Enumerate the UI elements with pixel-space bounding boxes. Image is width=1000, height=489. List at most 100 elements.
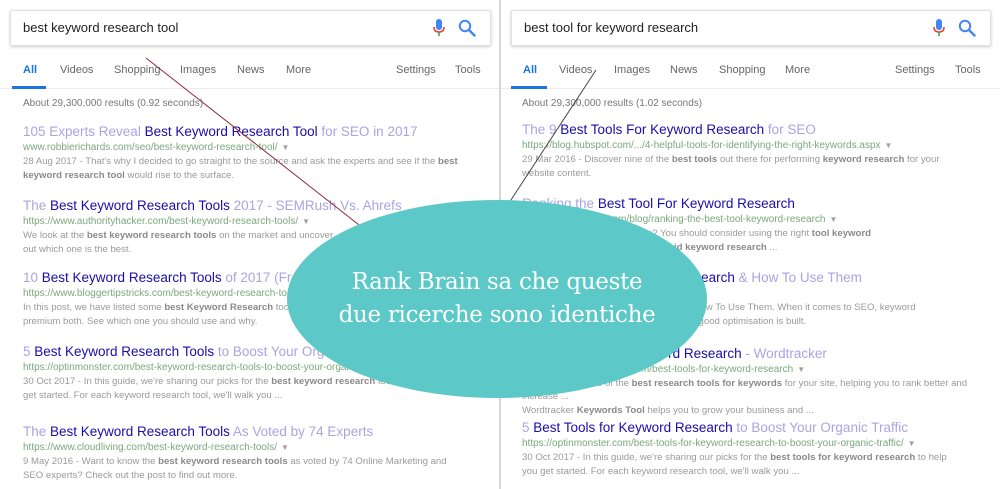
result-title-main: Best Keyword Research Tools [50, 424, 230, 439]
result-url[interactable]: https://www.cloudliving.com/best-keyword… [23, 441, 488, 454]
dropdown-caret-icon[interactable]: ▼ [797, 365, 805, 374]
tab-shopping[interactable]: Shopping [719, 64, 766, 76]
result-title-suffix: for SEO [764, 122, 816, 137]
result-title-suffix: & How To Use Them [734, 270, 862, 285]
dropdown-caret-icon[interactable]: ▼ [302, 217, 310, 226]
search-input[interactable]: best keyword research tool [23, 20, 178, 35]
tab-images[interactable]: Images [180, 64, 216, 76]
result-title-link[interactable]: The Best Keyword Research Tools As Voted… [23, 424, 488, 440]
tab-all[interactable]: All [23, 64, 37, 76]
search-result: 105 Experts Reveal Best Keyword Research… [23, 124, 488, 182]
search-input[interactable]: best tool for keyword research [524, 20, 698, 35]
result-url[interactable]: https://optinmonster.com/best-tools-for-… [522, 437, 987, 450]
result-url-text: https://optinmonster.com/best-tools-for-… [522, 438, 904, 449]
snippet-highlight: best Keyword Research [164, 302, 274, 313]
tab-videos[interactable]: Videos [559, 64, 592, 76]
result-title-suffix: to Boost Your Organic Traffic [732, 420, 908, 435]
result-url-text: https://blog.hubspot.com/.../4-helpful-t… [522, 140, 881, 151]
dropdown-caret-icon[interactable]: ▼ [829, 215, 837, 224]
result-title-prefix: The [23, 198, 51, 213]
search-tabs: All Videos Shopping Images News More Set… [0, 62, 499, 89]
dropdown-caret-icon[interactable]: ▼ [908, 439, 916, 448]
result-title-suffix: As Voted by 74 Experts [229, 424, 374, 439]
result-url[interactable]: www.robbierichards.com/seo/best-keyword-… [23, 141, 488, 154]
result-title-prefix: 10 [23, 270, 42, 285]
active-tab-indicator [511, 86, 547, 89]
search-box[interactable]: best keyword research tool [10, 10, 491, 46]
result-title-prefix: The [23, 424, 51, 439]
snippet-text: as voted by 74 Online Marketing and [287, 456, 447, 467]
snippet-text: for your [904, 154, 940, 165]
search-box[interactable]: best tool for keyword research [511, 10, 991, 46]
result-title-main: Best Keyword Research Tools [34, 344, 215, 359]
tab-more[interactable]: More [785, 64, 810, 76]
snippet-text: We look at the [23, 230, 87, 241]
result-snippet-line: SEO experts? Check out the post to find … [23, 469, 488, 482]
snippet-highlight: best keyword research [271, 376, 376, 387]
snippet-text: you get started. For each keyword resear… [522, 466, 800, 477]
result-stats: About 29,300,000 results (0.92 seconds) [23, 98, 204, 109]
result-title-main: Best Tools For Keyword Research [560, 122, 765, 137]
snippet-text: get started. For each keyword research t… [23, 390, 283, 401]
tab-settings[interactable]: Settings [895, 64, 935, 76]
tab-shopping[interactable]: Shopping [114, 64, 161, 76]
search-icon[interactable] [458, 19, 476, 37]
snippet-text: to help [915, 452, 947, 463]
result-title-suffix: - Wordtracker [741, 346, 827, 361]
snippet-text: SEO experts? Check out the post to find … [23, 470, 238, 481]
tab-videos[interactable]: Videos [60, 64, 93, 76]
tab-images[interactable]: Images [614, 64, 650, 76]
snippet-highlight: best research tools [631, 378, 720, 389]
tab-settings[interactable]: Settings [396, 64, 436, 76]
tab-all[interactable]: All [523, 64, 537, 76]
result-title-prefix: 5 [522, 420, 534, 435]
tab-tools[interactable]: Tools [455, 64, 481, 76]
search-result: The Best Keyword Research Tools As Voted… [23, 424, 488, 482]
snippet-text: website content. [522, 168, 592, 179]
snippet-text: & How To Use Them. When it comes to SEO,… [681, 302, 916, 313]
snippet-text: 30 Oct 2017 - In this guide, we're shari… [522, 452, 771, 463]
snippet-highlight: keyword research tool [23, 170, 125, 181]
search-icon[interactable] [958, 19, 976, 37]
snippet-text: In this post, we have listed some [23, 302, 165, 313]
result-title-link[interactable]: 5 Best Tools for Keyword Research to Boo… [522, 420, 987, 436]
tab-more[interactable]: More [286, 64, 311, 76]
result-title-link[interactable]: 105 Experts Reveal Best Keyword Research… [23, 124, 488, 140]
tab-tools[interactable]: Tools [955, 64, 981, 76]
result-title-link[interactable]: The 9 Best Tools For Keyword Research fo… [522, 122, 987, 138]
result-title-suffix: 2017 - SEMRush Vs. Ahrefs [229, 198, 402, 213]
result-title-prefix: 5 [23, 344, 35, 359]
snippet-text: 29 Mar 2016 - Discover nine of the [522, 154, 672, 165]
result-url[interactable]: https://blog.hubspot.com/.../4-helpful-t… [522, 139, 987, 152]
snippet-highlight: Keywords Tool [576, 405, 645, 416]
result-snippet-line: Wordtracker Keywords Tool helps you to g… [522, 404, 987, 417]
dropdown-caret-icon[interactable]: ▼ [282, 143, 290, 152]
result-title-suffix: for SEO in 2017 [317, 124, 418, 139]
result-title-main: Best Keyword Research Tools [41, 270, 222, 285]
search-result: 5 Best Tools for Keyword Research to Boo… [522, 420, 987, 478]
snippet-highlight: best keyword research tools [86, 230, 217, 241]
dropdown-caret-icon[interactable]: ▼ [885, 141, 893, 150]
result-title-link[interactable]: Ranking the Best Tool For Keyword Resear… [522, 196, 987, 212]
search-tabs: All Videos Images News Shopping More Set… [501, 62, 1000, 89]
result-url-text: https://www.bloggertipstricks.com/best-k… [23, 288, 322, 299]
microphone-icon[interactable] [932, 19, 946, 37]
result-snippet-line: 29 Mar 2016 - Discover nine of the best … [522, 153, 987, 166]
result-title-prefix: 105 Experts Reveal [23, 124, 145, 139]
microphone-icon[interactable] [432, 19, 446, 37]
result-stats: About 29,300,000 results (1.02 seconds) [522, 98, 703, 109]
dropdown-caret-icon[interactable]: ▼ [281, 443, 289, 452]
snippet-highlight: best tools [671, 154, 718, 165]
tab-news[interactable]: News [237, 64, 265, 76]
search-result: The 9 Best Tools For Keyword Research fo… [522, 122, 987, 180]
tab-news[interactable]: News [670, 64, 698, 76]
snippet-text: 28 Aug 2017 - That's why I decided to go… [23, 156, 438, 167]
snippet-text: 9 May 2016 - Want to know the [23, 456, 159, 467]
snippet-highlight: best keyword research tools [158, 456, 288, 467]
result-snippet-line: keyword research tool would rise to the … [23, 169, 488, 182]
snippet-text: premium both. See which one you should u… [23, 316, 258, 327]
result-snippet-line: 9 May 2016 - Want to know the best keywo… [23, 455, 488, 468]
result-title-main: Best Tools for Keyword Research [533, 420, 733, 435]
snippet-highlight: best [437, 156, 458, 167]
snippet-text: would rise to the surface. [124, 170, 235, 181]
